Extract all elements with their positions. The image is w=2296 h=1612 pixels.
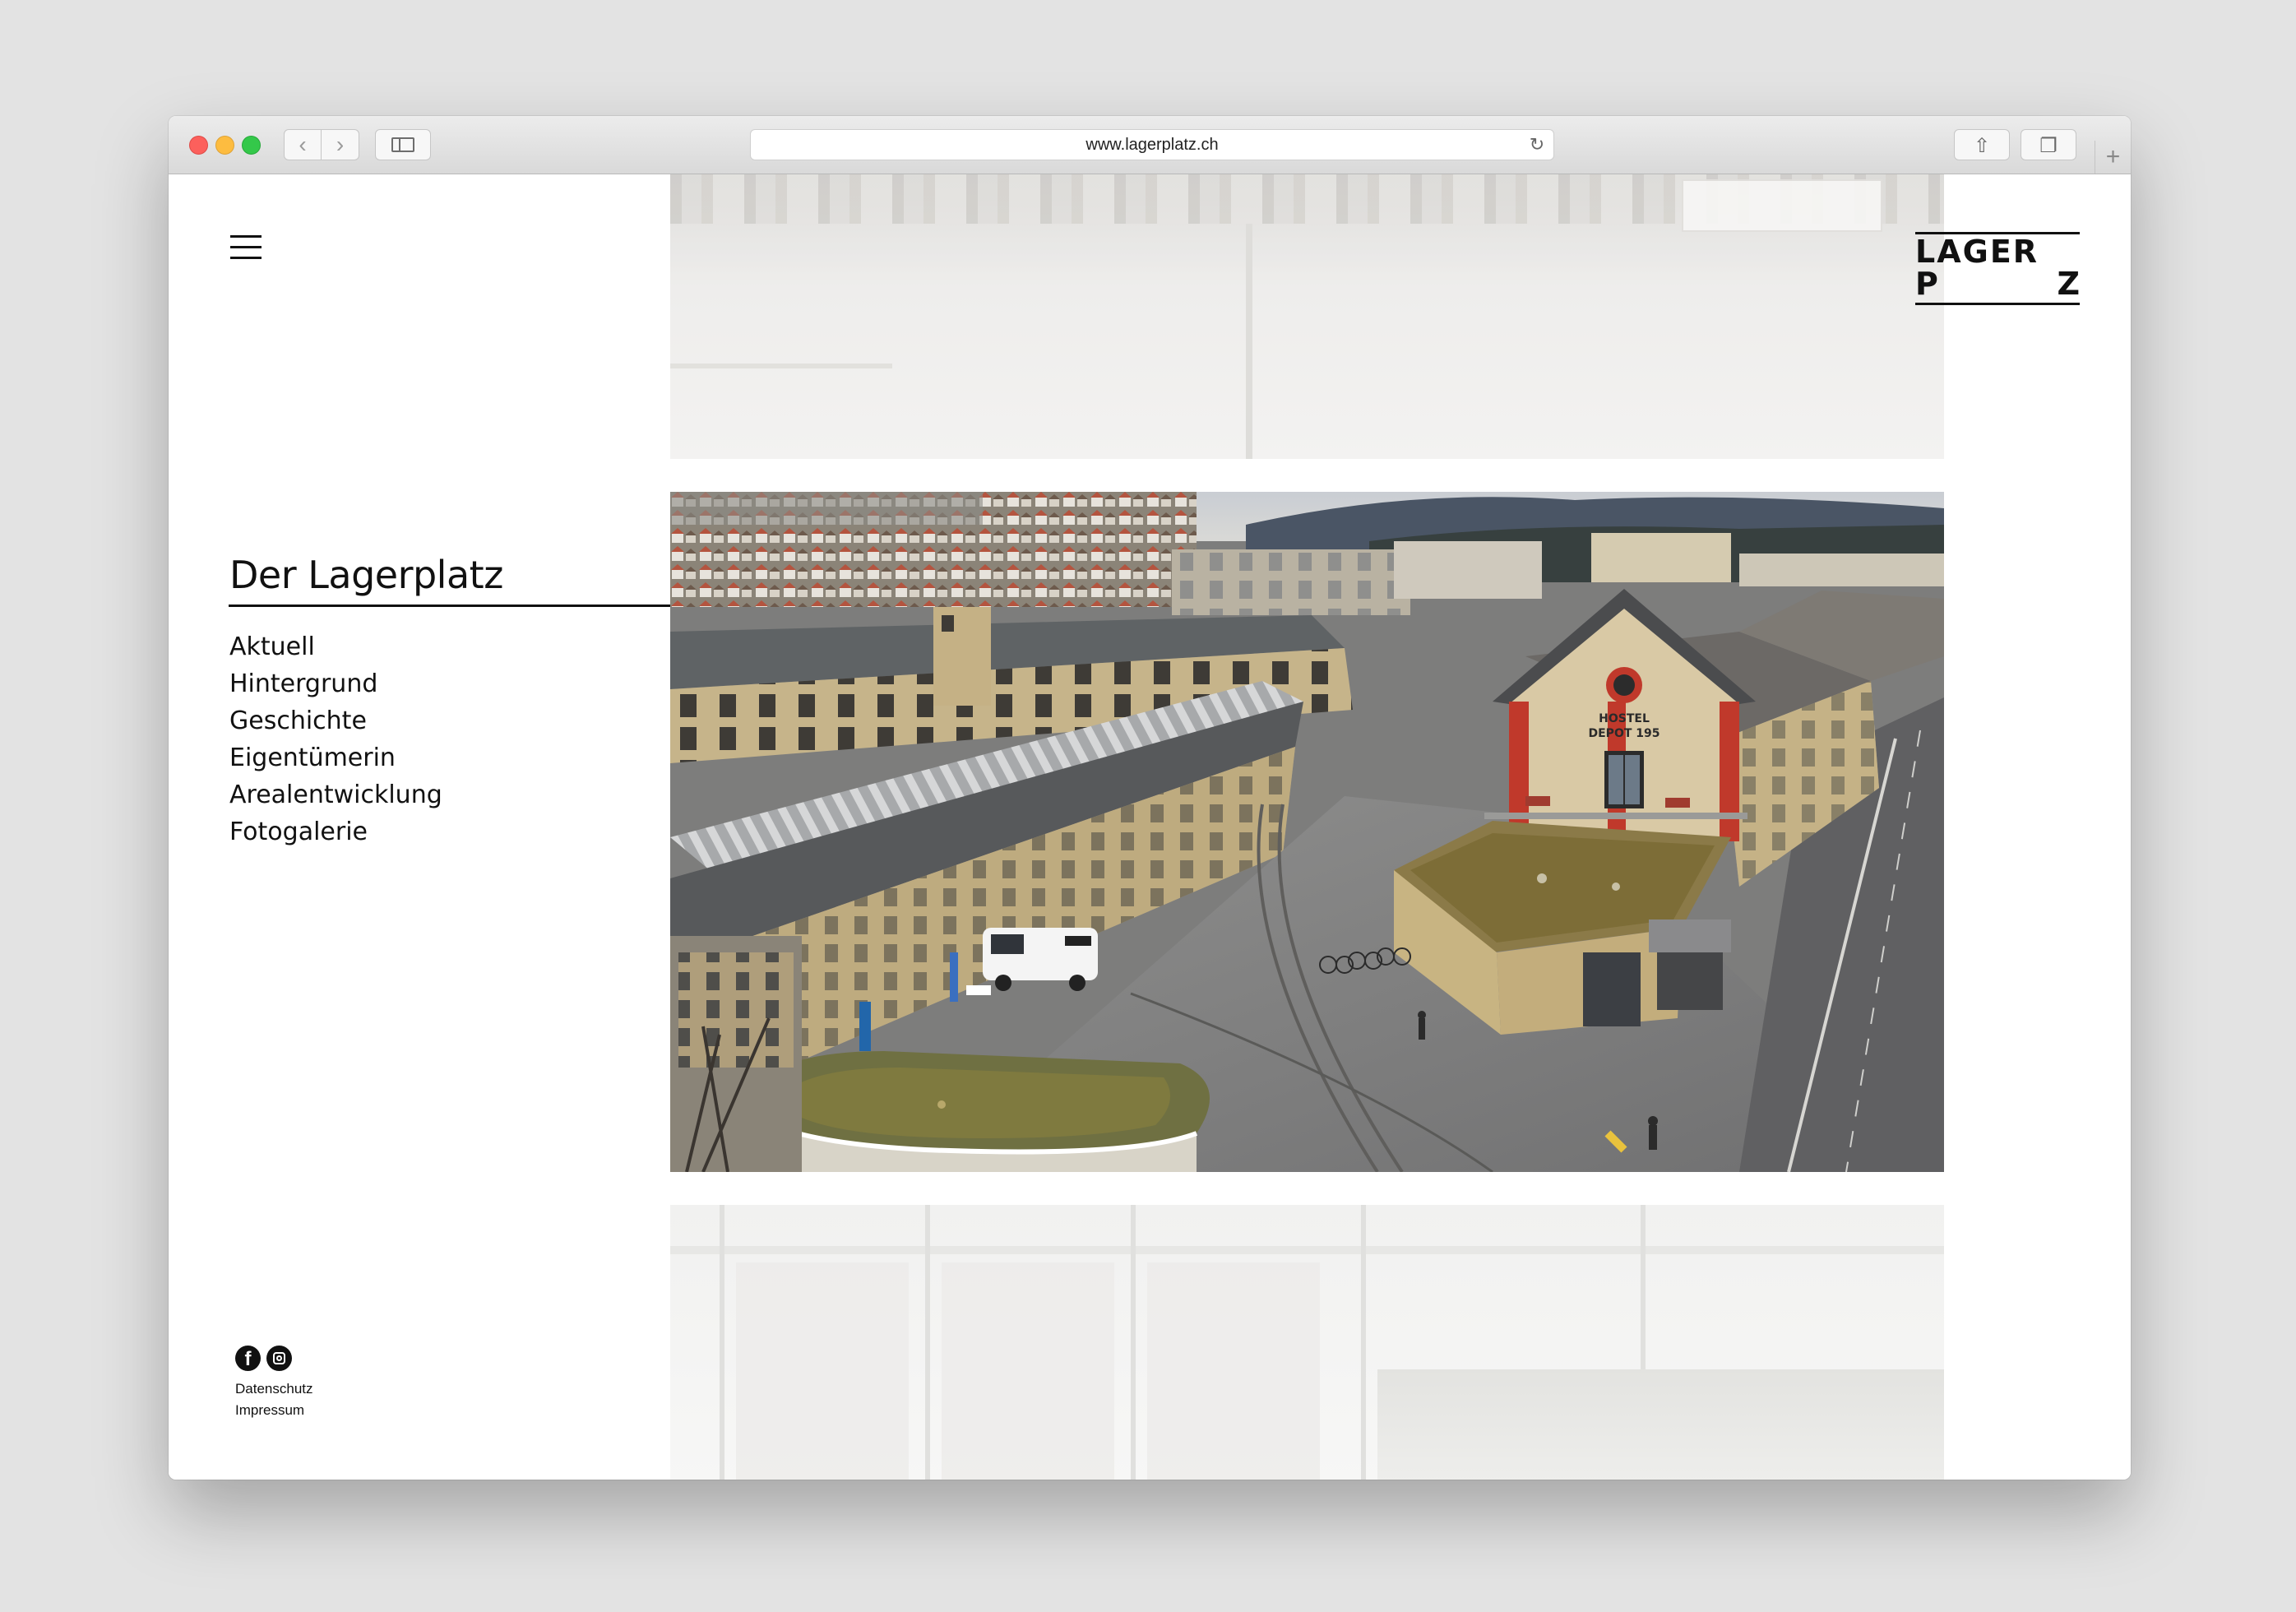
section-nav: Aktuell Hintergrund Geschichte Eigentüme… [229, 628, 442, 850]
back-button[interactable]: ‹ [284, 129, 322, 160]
chevron-left-icon: ‹ [299, 132, 307, 157]
section-title-rule [229, 604, 670, 607]
hamburger-line [230, 246, 262, 248]
nav-item-aktuell[interactable]: Aktuell [229, 628, 442, 665]
aerial-photo: HOSTEL DEPOT 195 [670, 492, 1944, 1172]
facebook-icon[interactable]: f [235, 1346, 261, 1371]
photo-market-stall [1682, 179, 1882, 232]
browser-toolbar: ‹ › www.lagerplatz.ch ↻ ⇧ ❐ + [169, 116, 2131, 174]
photo-post [1131, 1205, 1136, 1480]
photo-pavement-seam [1246, 224, 1252, 459]
tabs-icon: ❐ [2039, 135, 2058, 157]
menu-toggle-button[interactable] [230, 235, 262, 259]
forward-button[interactable]: › [322, 129, 359, 160]
photo-window [942, 1262, 1114, 1480]
logo-text-line1: LAGER [1915, 234, 2039, 270]
hamburger-line [230, 235, 262, 238]
photo-post [1361, 1205, 1366, 1480]
plus-icon: + [2105, 143, 2121, 170]
address-bar[interactable]: www.lagerplatz.ch ↻ [750, 129, 1554, 160]
url-text: www.lagerplatz.ch [1086, 136, 1219, 154]
new-tab-button[interactable]: + [2095, 141, 2131, 174]
social-links: f [235, 1346, 298, 1372]
nav-item-fotogalerie[interactable]: Fotogalerie [229, 813, 442, 850]
hostel-sign-line1: HOSTEL [1599, 712, 1650, 725]
privacy-link[interactable]: Datenschutz [235, 1378, 313, 1400]
photo-window [736, 1262, 909, 1480]
sidebar-icon [391, 137, 414, 152]
photo-landscape [1377, 1369, 1944, 1480]
imprint-link[interactable]: Impressum [235, 1400, 313, 1421]
gallery-image-market[interactable] [670, 174, 1944, 459]
share-button[interactable]: ⇧ [1954, 129, 2010, 160]
nav-item-eigentuemerin[interactable]: Eigentümerin [229, 739, 442, 776]
photo-pavement-line [670, 364, 892, 368]
nav-item-hintergrund[interactable]: Hintergrund [229, 665, 442, 702]
sidebar-toggle-button[interactable] [375, 129, 431, 160]
photo-post [925, 1205, 930, 1480]
web-page: HOSTEL DEPOT 195 Der Lagerplatz Aktuell … [169, 174, 2131, 1480]
hamburger-line [230, 257, 262, 259]
logo-rule-bottom [1915, 303, 2080, 305]
nav-item-geschichte[interactable]: Geschichte [229, 702, 442, 739]
site-logo[interactable]: LAGER P Z [1915, 232, 2080, 306]
minimize-window-button[interactable] [215, 136, 234, 155]
reload-icon[interactable]: ↻ [1527, 130, 1547, 160]
show-tabs-button[interactable]: ❐ [2021, 129, 2076, 160]
photo-post [720, 1205, 724, 1480]
footer-links: Datenschutz Impressum [235, 1378, 313, 1421]
gallery-image-greenhouse[interactable] [670, 1205, 1944, 1480]
browser-window: ‹ › www.lagerplatz.ch ↻ ⇧ ❐ + HOSTEL DEP… [169, 116, 2131, 1480]
share-icon: ⇧ [1973, 135, 1991, 157]
gallery-image-lagerplatz-aerial[interactable]: HOSTEL DEPOT 195 [670, 492, 1944, 1172]
chevron-right-icon: › [336, 132, 345, 157]
hostel-sign-line2: DEPOT 195 [1589, 727, 1660, 740]
photo-window [1147, 1262, 1320, 1480]
logo-text-line2-left: P [1915, 266, 1938, 302]
instagram-icon[interactable] [266, 1346, 292, 1371]
section-title: Der Lagerplatz [229, 553, 503, 597]
nav-item-arealentwicklung[interactable]: Arealentwicklung [229, 776, 442, 813]
maximize-window-button[interactable] [242, 136, 261, 155]
photo-roof-beam [670, 1246, 1944, 1254]
logo-text-line2-right: Z [2057, 266, 2080, 302]
close-window-button[interactable] [189, 136, 208, 155]
